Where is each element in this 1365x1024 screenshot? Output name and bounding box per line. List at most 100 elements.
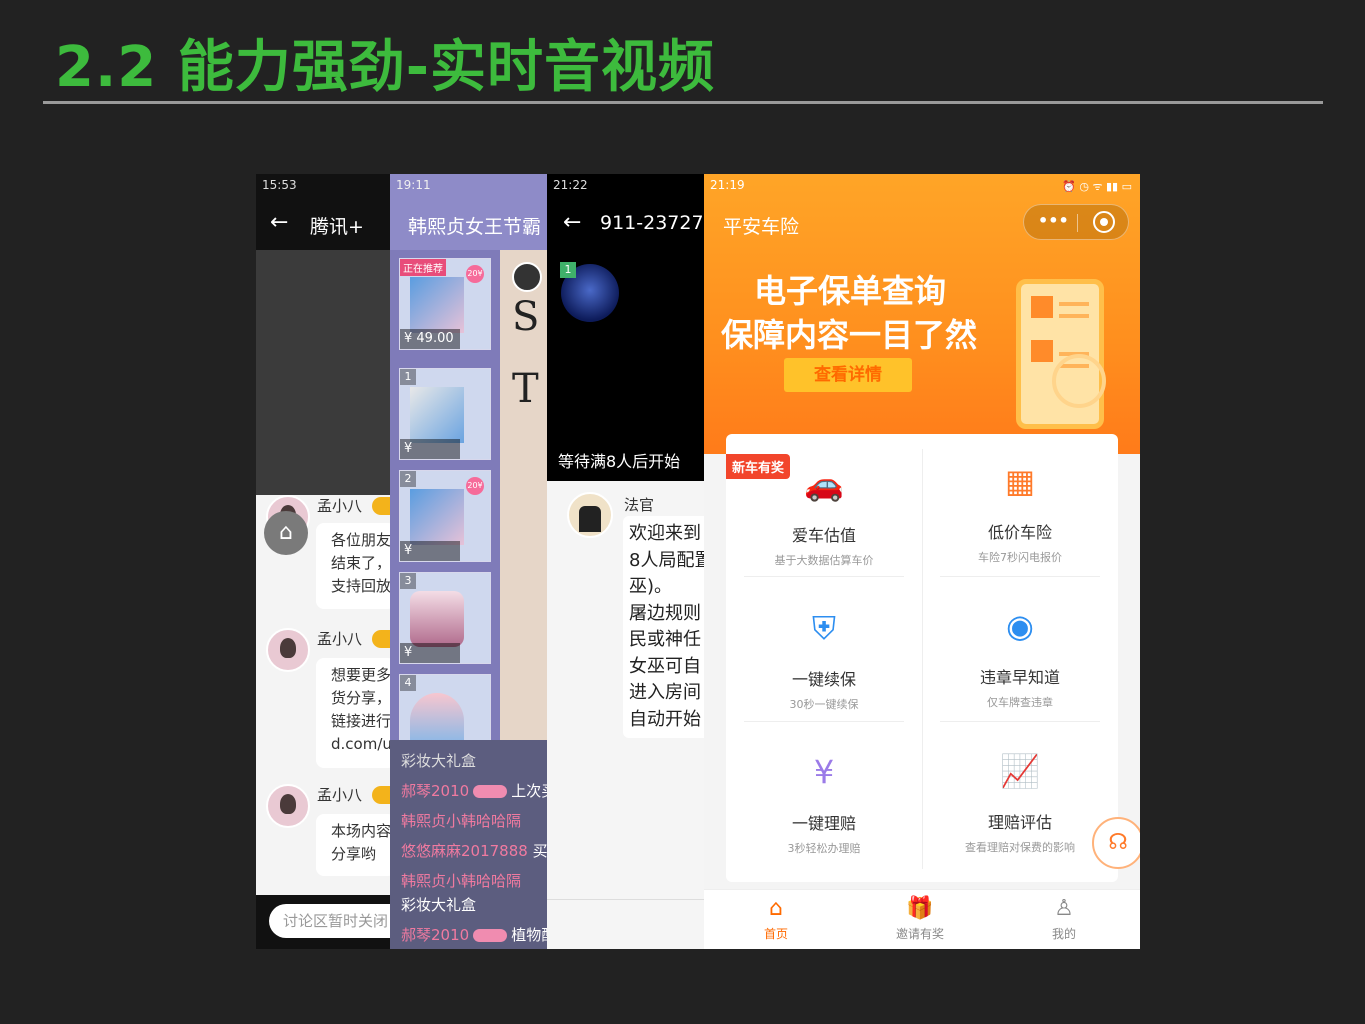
tab-invite[interactable]: 🎁 邀请有奖 [870,896,970,942]
chat-line: 本场内容 [331,822,390,840]
back-arrow-icon[interactable]: ← [270,210,288,235]
service-low-price-insurance[interactable]: ▦ 低价车险 车险7秒闪电报价 [922,439,1118,587]
message-line: 8人局配置 [629,549,704,571]
view-details-button[interactable]: 查看详情 [784,358,912,392]
service-label: 理赔评估 [987,813,1052,832]
service-label: 低价车险 [987,523,1052,542]
chat-bubble: 本场内容 分享哟 [316,814,390,876]
comment-item: 韩熙贞小韩哈哈隔 [401,810,521,831]
status-time: 21:22 [553,178,588,192]
product-image [410,387,464,443]
product-image [410,489,464,545]
user-icon: ♙ [1054,896,1074,921]
product-price: ¥ 199.00 [400,439,460,459]
product-price: ¥ 199.00 [400,643,460,663]
more-icon[interactable]: ••• [1038,211,1069,230]
tab-home[interactable]: ⌂ 首页 [726,896,826,942]
comment-item: 郝琴2010 植物配 [401,924,547,945]
comment-item: 彩妆大礼盒 [401,750,476,771]
miniapp-capsule: ••• [1023,204,1129,240]
tab-bar: ⌂ 首页 🎁 邀请有奖 ♙ 我的 [704,889,1140,949]
chat-line: 链接进行 [331,712,390,730]
slide-title: 2.2 能力强劲-实时音视频 [55,35,715,100]
avatar [266,628,310,672]
chat-line: 想要更多 [331,666,390,684]
customer-service-icon[interactable]: ☊ [1092,817,1140,869]
video-text: S [512,294,540,340]
service-traffic-violation[interactable]: ◉ 违章早知道 仅车牌查违章 [922,584,1118,732]
product-card[interactable]: 正在推荐 20¥ ¥ 49.00 [399,258,491,350]
nav-title: 韩熙贞女王节霸 [408,216,542,238]
nav-bar: ← 腾讯+ [256,200,390,248]
service-car-valuation[interactable]: 🚗 爱车估值 基于大数据估算车价 [726,442,922,590]
product-image [410,591,464,647]
gift-icon: 🎁 [906,896,934,921]
room-id: 911-237276 [600,212,704,234]
judge-avatar [567,492,613,538]
chat-username: 孟小八 [317,786,363,804]
comment-item: 悠悠麻麻2017888 买 [401,840,547,861]
calculator-icon: ▦ [1004,462,1036,500]
phone-document-illustration [1016,279,1104,429]
message-line: 巫)。 [629,576,673,597]
product-index: 3 [400,573,416,589]
home-icon[interactable]: ⌂ [264,511,308,555]
chat-line: 支持回放 [331,577,390,595]
service-claim-assessment[interactable]: 📈 理赔评估 查看理赔对保费的影响 [922,729,1118,877]
comment-user: 郝琴2010 [401,926,470,944]
comment-user: 韩熙贞小韩哈哈隔 [401,812,522,830]
screenshot-live-chat: 15:53 ← 腾讯+ 孟小八 各位朋友 结束了， 支持回放 ⌂ 孟小八 想要更… [256,174,390,949]
chat-username: 孟小八 [317,497,363,515]
avatar [266,784,310,828]
coupon-badge: 20¥ [466,265,484,283]
comment-text: 彩妆大礼盒 [401,752,477,770]
comment-text: 上次买 [511,782,547,800]
comment-user: 韩熙贞小韩哈哈隔 [401,872,522,890]
message-line: 进入房间 [629,682,701,703]
comment-text: 植物配 [511,926,547,944]
product-image [410,277,464,333]
comment-item: 彩妆大礼盒 [401,894,476,915]
chat-line: 分享哟 [331,845,377,863]
service-claim[interactable]: ¥ 一键理赔 3秒轻松办理赔 [726,730,922,878]
screenshot-car-insurance: 21:19 ⏰ ◷ ᯤ ▮▮ ▭ 平安车险 ••• 电子保单查询 保障内容一目了… [704,174,1140,949]
product-index: 2 [400,471,416,487]
screenshot-game-room: 21:22 ← 911-237276 1 等待满8人后开始 法官 欢迎来到 8人… [547,174,704,949]
close-target-icon[interactable] [1093,211,1115,233]
chart-icon: 📈 [1000,752,1040,790]
service-label: 违章早知道 [979,668,1060,687]
live-video[interactable] [256,250,390,495]
product-card[interactable]: 1 ¥ 199.00 [399,368,491,460]
fan-badge [473,929,508,942]
host-avatar[interactable] [512,262,542,292]
status-time: 19:11 [396,178,431,192]
tab-profile[interactable]: ♙ 我的 [1014,896,1114,942]
message-line: 女巫可自 [629,655,701,677]
magnifier-illustration [1052,354,1106,408]
comment-user: 郝琴2010 [401,782,470,800]
chat-input[interactable]: 讨论区暂时关闭 [269,904,390,938]
chat-line: 各位朋友 [331,531,390,549]
back-arrow-icon[interactable]: ← [563,210,581,235]
service-renewal[interactable]: ⛨ 一键续保 30秒一键续保 [726,586,922,734]
service-subtitle: 车险7秒闪电报价 [978,551,1062,564]
screenshot-live-shopping: 19:11 韩熙贞女王节霸 S T 正在推荐 20¥ ¥ 49.00 1 ¥ 1… [390,174,547,949]
tab-label: 首页 [763,927,788,941]
tab-label: 我的 [1051,927,1076,941]
level-badge [372,497,390,515]
nav-title: 平安车险 [723,216,800,238]
product-card[interactable]: 2 20¥ ¥ 199.00 [399,470,491,562]
judge-message: 欢迎来到 8人局配置 巫)。 屠边规则 民或神任 女巫可自 进入房间 自动开始 [623,516,704,738]
message-line: 自动开始 [629,708,701,730]
chat-bubble: 各位朋友 结束了， 支持回放 [316,523,390,609]
comment-text: 买 [532,842,547,860]
waiting-text: 等待满8人后开始 [558,452,681,471]
message-line: 民或神任 [629,629,701,650]
product-card[interactable]: 3 ¥ 199.00 [399,572,491,664]
banner-subheadline: 保障内容一目了然 [721,316,978,354]
level-badge [372,786,390,804]
service-label: 爱车估值 [791,526,856,545]
home-icon: ⌂ [769,896,783,921]
video-text: T [512,366,539,412]
banner-headline: 电子保单查询 [754,272,947,310]
